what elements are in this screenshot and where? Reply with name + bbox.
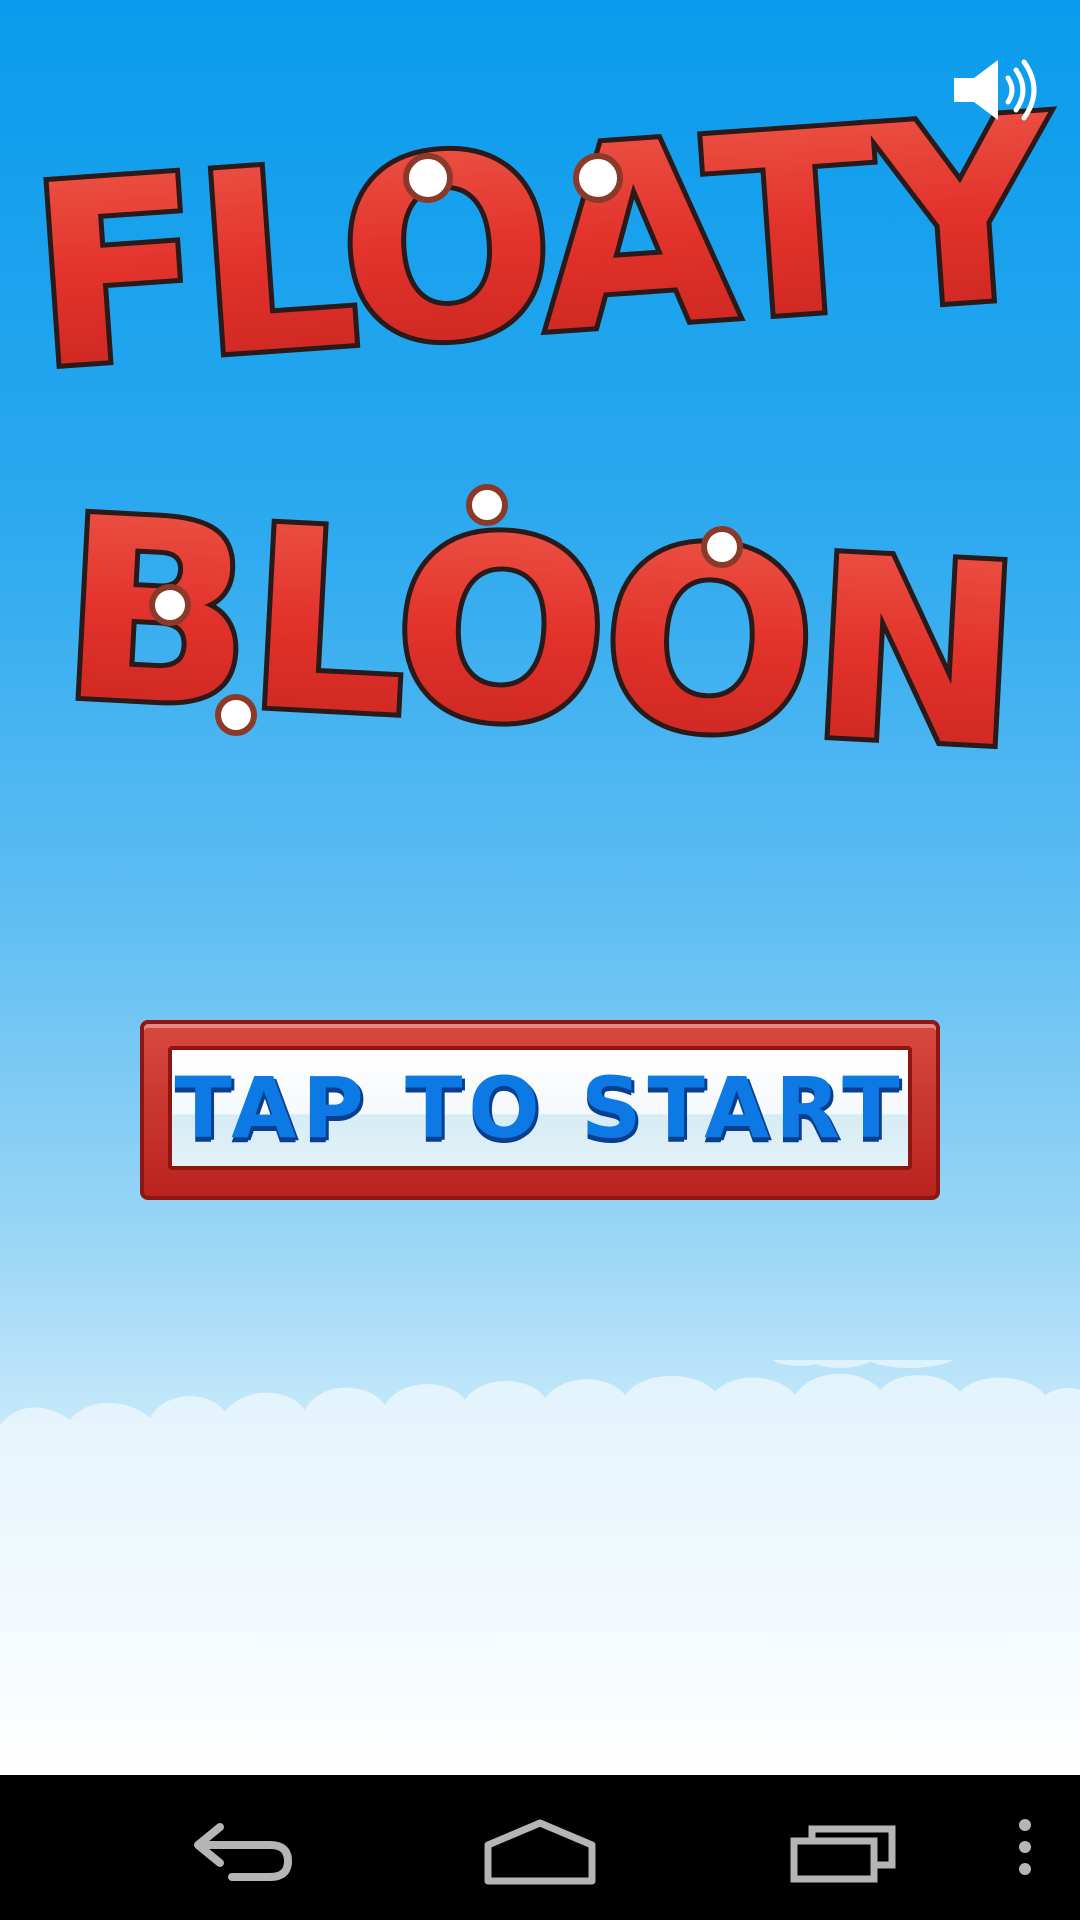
home-icon	[484, 1819, 596, 1885]
cloud-layer	[0, 1360, 1080, 1775]
nav-overflow-button[interactable]	[1000, 1795, 1050, 1900]
tap-to-start-button[interactable]: TAP TO START	[140, 1020, 940, 1200]
title-line-1: FLOATY	[22, 62, 1065, 424]
small-cloud-right	[772, 1360, 954, 1368]
game-title-logo: FLOATY BLOON	[17, 57, 1070, 808]
title-line-2: BLOON	[55, 463, 1024, 804]
sound-toggle-button[interactable]	[950, 50, 1040, 130]
overflow-menu-icon	[1019, 1819, 1031, 1875]
start-button-face: TAP TO START	[168, 1046, 912, 1170]
system-nav-bar	[0, 1775, 1080, 1920]
speaker-on-icon	[954, 59, 1037, 121]
back-arrow-icon	[194, 1823, 293, 1881]
start-button-label: TAP TO START	[174, 1059, 906, 1157]
game-screen[interactable]: FLOATY BLOON TAP TO START	[0, 0, 1080, 1920]
nav-home-button[interactable]	[470, 1795, 610, 1900]
nav-recents-button[interactable]	[770, 1795, 910, 1900]
game-canvas[interactable]: FLOATY BLOON TAP TO START	[0, 0, 1080, 1775]
recent-apps-icon	[790, 1825, 896, 1883]
nav-back-button[interactable]	[170, 1795, 310, 1900]
